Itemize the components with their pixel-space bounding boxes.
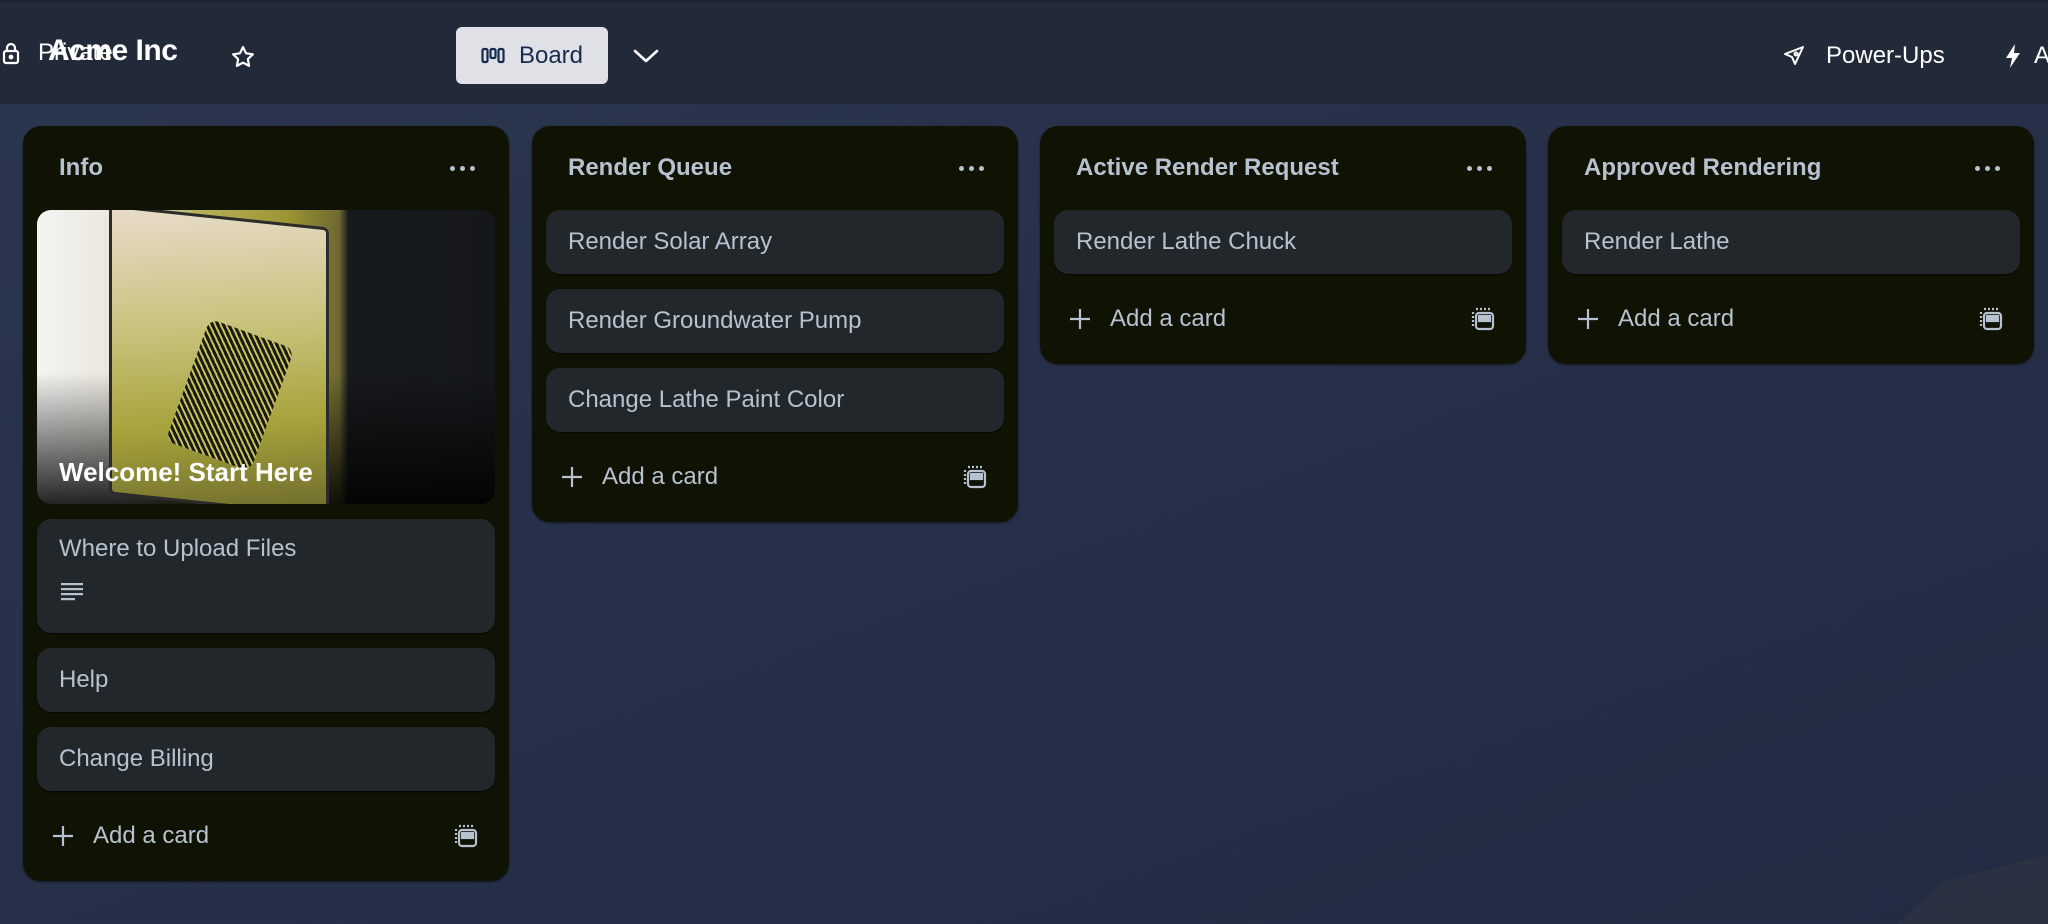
list-header: Info [23,126,509,210]
board-title[interactable]: Acme Inc [48,34,178,68]
rocket-icon [1784,46,1804,65]
description-icon [61,583,83,601]
card-title: Change Lathe Paint Color [568,386,845,413]
list-header: Active Render Request [1040,126,1526,210]
plus-icon [53,826,73,846]
plus-icon [562,467,582,487]
card[interactable]: Render Solar Array [546,210,1004,274]
card-list: Render Lathe Chuck [1040,210,1526,274]
template-icon[interactable] [1470,306,1496,332]
card-list: Render Lathe [1548,210,2034,274]
list-active-render-request: Active Render Request Render Lathe Chuck… [1040,126,1526,364]
more-icon [1975,165,1980,171]
background-decoration [1898,854,2048,924]
list-info: Info Welcome! Start Here Where to Upload… [23,126,509,881]
add-card-label: Add a card [93,822,210,849]
card[interactable]: Render Groundwater Pump [546,289,1004,353]
list-footer: Add a card [1040,274,1526,364]
list-render-queue: Render Queue Render Solar Array Render G… [532,126,1018,522]
list-footer: Add a card [532,432,1018,522]
card[interactable]: Change Lathe Paint Color [546,368,1004,432]
more-icon [1467,165,1472,171]
lock-icon [2,42,20,65]
list-menu-button[interactable] [1969,160,2006,177]
board-columns-icon [481,47,505,63]
card-list: Render Solar Array Render Groundwater Pu… [532,210,1018,432]
list-menu-button[interactable] [953,160,990,177]
power-ups-button[interactable]: Power-Ups [1782,32,1945,80]
card[interactable]: Render Lathe [1562,210,2020,274]
board-header: Acme Inc Private Board Power-Ups A [0,0,2048,104]
list-title[interactable]: Render Queue [568,154,732,182]
card[interactable]: Where to Upload Files [37,519,495,633]
list-menu-button[interactable] [444,160,481,177]
add-card-label: Add a card [1618,305,1735,332]
list-title[interactable]: Info [59,154,103,182]
list-header: Render Queue [532,126,1018,210]
card-title: Change Billing [59,745,214,772]
chevron-down-icon [633,49,659,63]
more-icon [959,165,964,171]
card-list: Welcome! Start Here Where to Upload File… [23,210,509,791]
star-button[interactable] [226,40,260,74]
list-header: Approved Rendering [1548,126,2034,210]
card[interactable]: Help [37,648,495,712]
card[interactable]: Change Billing [37,727,495,791]
lightning-icon [2006,44,2020,68]
list-menu-button[interactable] [1461,160,1498,177]
card[interactable]: Render Lathe Chuck [1054,210,1512,274]
card-title: Render Solar Array [568,228,773,255]
card-title: Render Lathe Chuck [1076,228,1297,255]
card-title: Welcome! Start Here [59,457,313,487]
list-footer: Add a card [23,791,509,881]
add-card-button[interactable]: Add a card [1576,305,1734,333]
plus-icon [1070,309,1090,329]
list-approved-rendering: Approved Rendering Render Lathe Add a ca… [1548,126,2034,364]
add-card-label: Add a card [602,463,719,490]
list-title[interactable]: Active Render Request [1076,154,1339,182]
card-title: Render Lathe [1584,228,1730,255]
add-card-button[interactable]: Add a card [560,463,718,491]
more-icon [450,165,455,171]
star-icon [232,45,254,67]
add-card-button[interactable]: Add a card [1068,305,1226,333]
view-switcher-button[interactable] [628,38,664,74]
template-icon[interactable] [453,823,479,849]
board-view-label: Board [518,41,584,69]
automation-button[interactable]: Automation [2004,32,2048,80]
plus-icon [1578,309,1598,329]
board-view-button[interactable]: Board [456,27,608,84]
power-ups-label: Power-Ups [1826,42,1945,69]
add-card-button[interactable]: Add a card [51,822,209,850]
template-icon[interactable] [962,464,988,490]
card-title: Where to Upload Files [59,535,297,562]
list-title[interactable]: Approved Rendering [1584,154,1821,182]
card-title: Render Groundwater Pump [568,307,862,334]
add-card-label: Add a card [1110,305,1227,332]
automation-label: Automation [2034,42,2048,69]
cover-card[interactable]: Welcome! Start Here [37,210,495,504]
card-title: Help [59,666,109,693]
template-icon[interactable] [1978,306,2004,332]
list-footer: Add a card [1548,274,2034,364]
